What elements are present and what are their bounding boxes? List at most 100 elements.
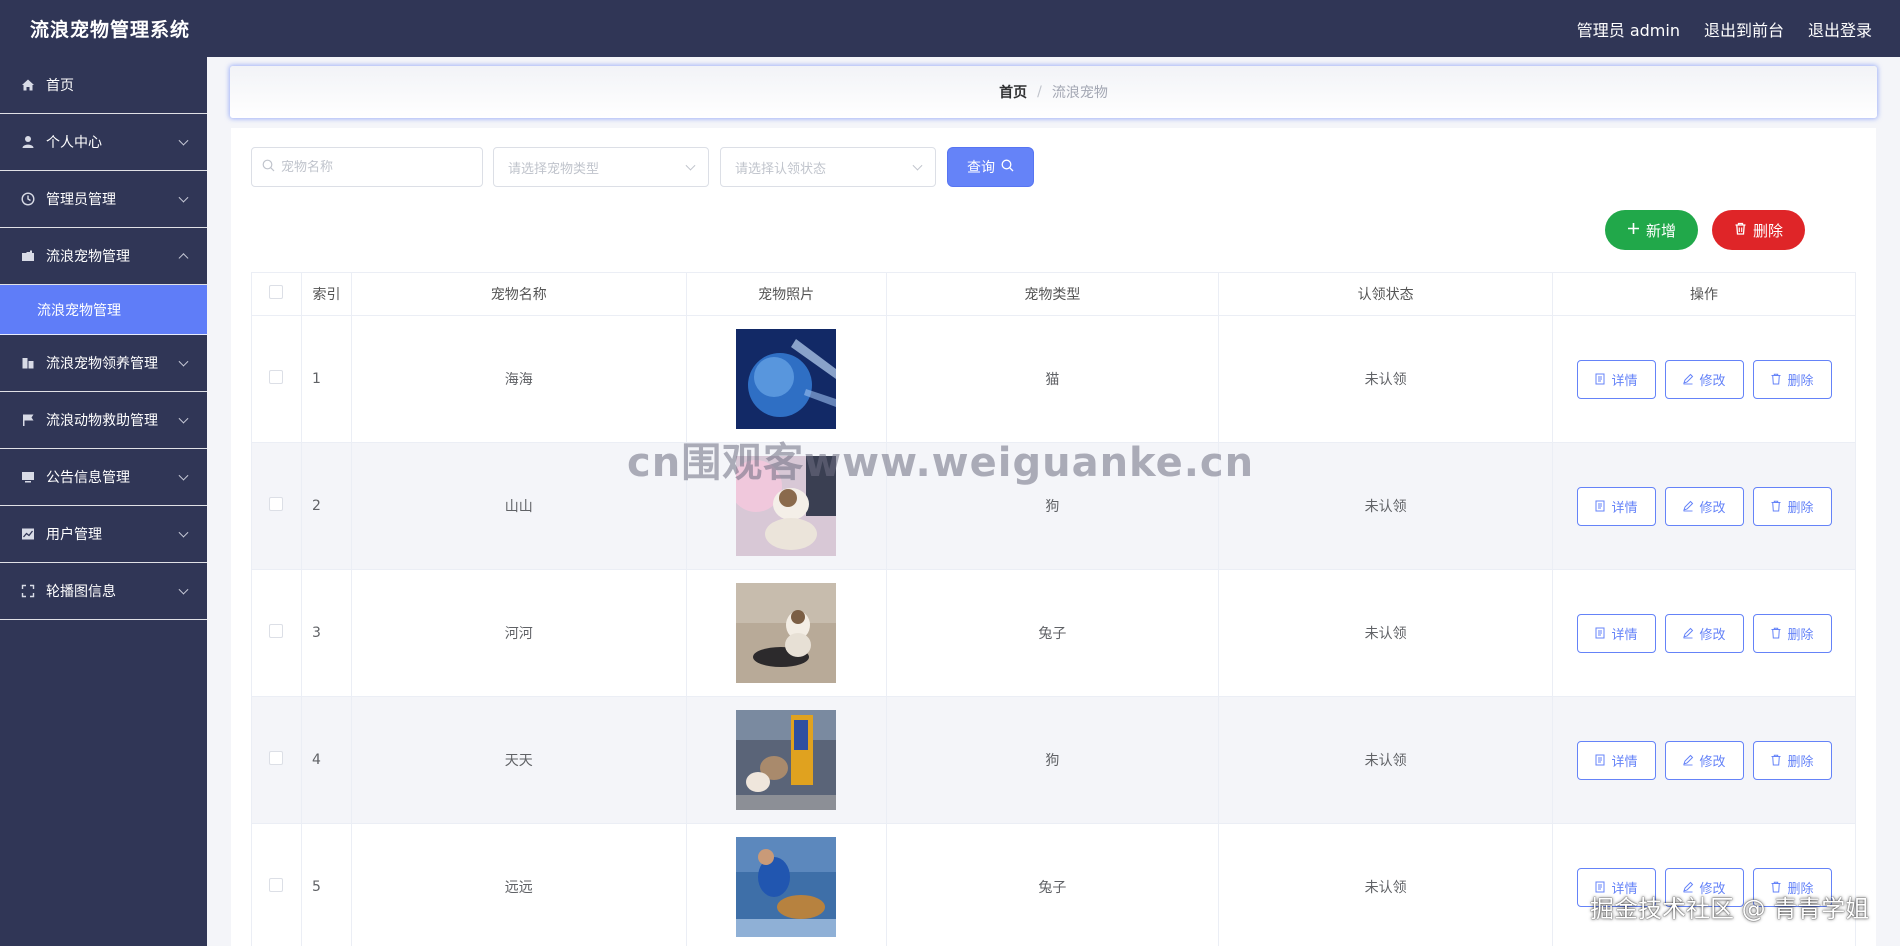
chart-icon	[20, 526, 36, 542]
table-row: 4 天天 狗 未认领 详情 修改 删除	[251, 696, 1856, 824]
logout-link[interactable]: 退出登录	[1808, 17, 1872, 41]
row-checkbox[interactable]	[269, 751, 284, 765]
edit-label: 修改	[1699, 373, 1726, 389]
add-button-label: 新增	[1645, 221, 1676, 240]
row-index: 3	[301, 569, 352, 697]
sidebar-item-notices[interactable]: 公告信息管理	[0, 449, 207, 506]
col-pet-photo: 宠物照片	[686, 272, 887, 316]
to-front-link[interactable]: 退出到前台	[1704, 17, 1784, 41]
sidebar: 首页 个人中心 管理员管理 流浪宠物管理 流浪宠物管理 流浪宠物领养管理 流浪动…	[0, 57, 207, 946]
chevron-down-icon	[178, 584, 189, 595]
detail-button[interactable]: 详情	[1576, 613, 1656, 653]
sidebar-item-adoption[interactable]: 流浪宠物领养管理	[0, 335, 207, 392]
sidebar-item-home[interactable]: 首页	[0, 57, 207, 114]
row-index: 4	[301, 696, 352, 824]
trash-icon	[1771, 373, 1781, 385]
sidebar-subitem-pet-management[interactable]: 流浪宠物管理	[0, 285, 207, 335]
edit-button[interactable]: 修改	[1664, 359, 1744, 399]
row-pet-photo-cell	[686, 569, 887, 697]
add-button[interactable]: 新增	[1605, 210, 1698, 250]
center-watermark: cn围观客www.weiguanke.cn	[627, 440, 1255, 486]
edit-button[interactable]: 修改	[1664, 486, 1744, 526]
detail-button[interactable]: 详情	[1576, 486, 1656, 526]
row-pet-photo-cell	[686, 696, 887, 824]
trash-icon	[1771, 627, 1781, 639]
sidebar-item-label: 流浪动物救助管理	[46, 413, 158, 429]
sidebar-item-users[interactable]: 用户管理	[0, 506, 207, 563]
chevron-down-icon	[685, 160, 696, 171]
user-icon	[20, 134, 36, 150]
pet-table: 索引 宠物名称 宠物照片 宠物类型 认领状态 操作 1 海海 猫 未认领 详情 …	[251, 272, 1856, 946]
row-actions: 详情 修改 删除	[1552, 442, 1856, 570]
delete-button[interactable]: 删除	[1752, 740, 1832, 780]
delete-label: 删除	[1787, 627, 1814, 643]
breadcrumb-home[interactable]: 首页	[999, 82, 1027, 102]
table-row: 3 河河 兔子 未认领 详情 修改 删除	[251, 569, 1856, 697]
row-pet-name: 河河	[351, 569, 687, 697]
sidebar-item-pets[interactable]: 流浪宠物管理	[0, 228, 207, 285]
delete-button[interactable]: 删除	[1752, 486, 1832, 526]
detail-button[interactable]: 详情	[1576, 359, 1656, 399]
row-index: 5	[301, 823, 352, 946]
batch-delete-button[interactable]: 删除	[1712, 210, 1805, 250]
row-claim-status: 未认领	[1218, 569, 1553, 697]
pet-name-input[interactable]	[281, 159, 461, 175]
search-icon	[1001, 159, 1014, 176]
detail-button[interactable]: 详情	[1576, 740, 1656, 780]
trash-icon	[1734, 221, 1747, 239]
row-claim-status: 未认领	[1218, 823, 1553, 946]
query-button-label: 查询	[967, 160, 995, 176]
breadcrumb: 首页 / 流浪宠物	[230, 66, 1877, 118]
chevron-down-icon	[178, 413, 189, 424]
pet-photo	[736, 837, 837, 937]
row-select-cell	[251, 569, 302, 697]
edit-button[interactable]: 修改	[1664, 613, 1744, 653]
pet-type-select[interactable]: 请选择宠物类型	[493, 147, 709, 187]
sidebar-item-personal[interactable]: 个人中心	[0, 114, 207, 171]
row-actions: 详情 修改 删除	[1552, 315, 1856, 443]
row-select-cell	[251, 442, 302, 570]
document-icon	[1595, 754, 1605, 766]
select-all-checkbox[interactable]	[269, 285, 284, 299]
delete-button[interactable]: 删除	[1752, 359, 1832, 399]
home-icon	[20, 77, 36, 93]
row-checkbox[interactable]	[269, 624, 284, 638]
row-checkbox[interactable]	[269, 497, 284, 511]
row-select-cell	[251, 315, 302, 443]
chevron-down-icon	[178, 470, 189, 481]
row-checkbox[interactable]	[269, 370, 284, 384]
select-all-cell	[251, 272, 302, 316]
pet-name-search[interactable]	[251, 147, 483, 187]
row-claim-status: 未认领	[1218, 442, 1553, 570]
pet-type-placeholder: 请选择宠物类型	[508, 161, 600, 177]
delete-button[interactable]: 删除	[1752, 613, 1832, 653]
pet-photo	[736, 710, 837, 810]
delete-label: 删除	[1787, 373, 1814, 389]
sidebar-item-carousel[interactable]: 轮播图信息	[0, 563, 207, 620]
trash-icon	[1771, 500, 1781, 512]
breadcrumb-current: 流浪宠物	[1051, 85, 1108, 101]
row-pet-type: 兔子	[886, 823, 1220, 946]
edit-label: 修改	[1699, 754, 1726, 770]
sidebar-item-label: 轮播图信息	[46, 584, 116, 600]
sidebar-item-rescue[interactable]: 流浪动物救助管理	[0, 392, 207, 449]
claim-status-select[interactable]: 请选择认领状态	[720, 147, 936, 187]
row-index: 1	[301, 315, 352, 443]
chevron-down-icon	[912, 160, 923, 171]
pet-photo	[736, 329, 837, 429]
row-select-cell	[251, 823, 302, 946]
query-button[interactable]: 查询	[947, 147, 1034, 187]
edit-button[interactable]: 修改	[1664, 740, 1744, 780]
row-pet-name: 海海	[351, 315, 687, 443]
delete-label: 删除	[1787, 500, 1814, 516]
row-checkbox[interactable]	[269, 878, 284, 892]
sidebar-item-admin[interactable]: 管理员管理	[0, 171, 207, 228]
folder-icon	[20, 248, 36, 264]
detail-label: 详情	[1611, 500, 1638, 516]
chevron-down-icon	[178, 356, 189, 367]
chevron-down-icon	[178, 135, 189, 146]
document-icon	[1595, 373, 1605, 385]
row-actions: 详情 修改 删除	[1552, 569, 1856, 697]
app-title: 流浪宠物管理系统	[30, 19, 191, 41]
pet-photo	[736, 583, 837, 683]
